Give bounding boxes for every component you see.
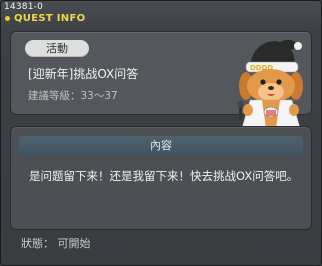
recommended-level: 建議等級：33～37 (28, 90, 118, 102)
content-header: 內容 (19, 136, 303, 156)
quest-id-label: 14381-0 (4, 2, 44, 12)
title-bullet-icon (5, 16, 10, 21)
quest-summary-panel: 活動 [迎新年]挑战OX问答 建議等級：33～37 DDDD (10, 31, 312, 129)
title-bar[interactable]: QUEST INFO (1, 12, 321, 26)
quest-content-panel: 內容 是问题留下来！还是我留下来！快去挑战OX问答吧。 (10, 126, 312, 230)
quest-info-window: 14381-0 QUEST INFO 活動 [迎新年]挑战OX问答 建議等級：3… (0, 0, 322, 266)
window-title: QUEST INFO (14, 13, 86, 24)
npc-dog-santa-hat-icon: DDDD (237, 39, 303, 129)
content-description: 是问题留下来！还是我留下来！快去挑战OX问答吧。 (29, 169, 299, 183)
quest-name: [迎新年]挑战OX问答 (28, 67, 139, 81)
quest-status: 狀態： 可開始 (21, 237, 91, 250)
quest-type-badge: 活動 (25, 40, 89, 57)
